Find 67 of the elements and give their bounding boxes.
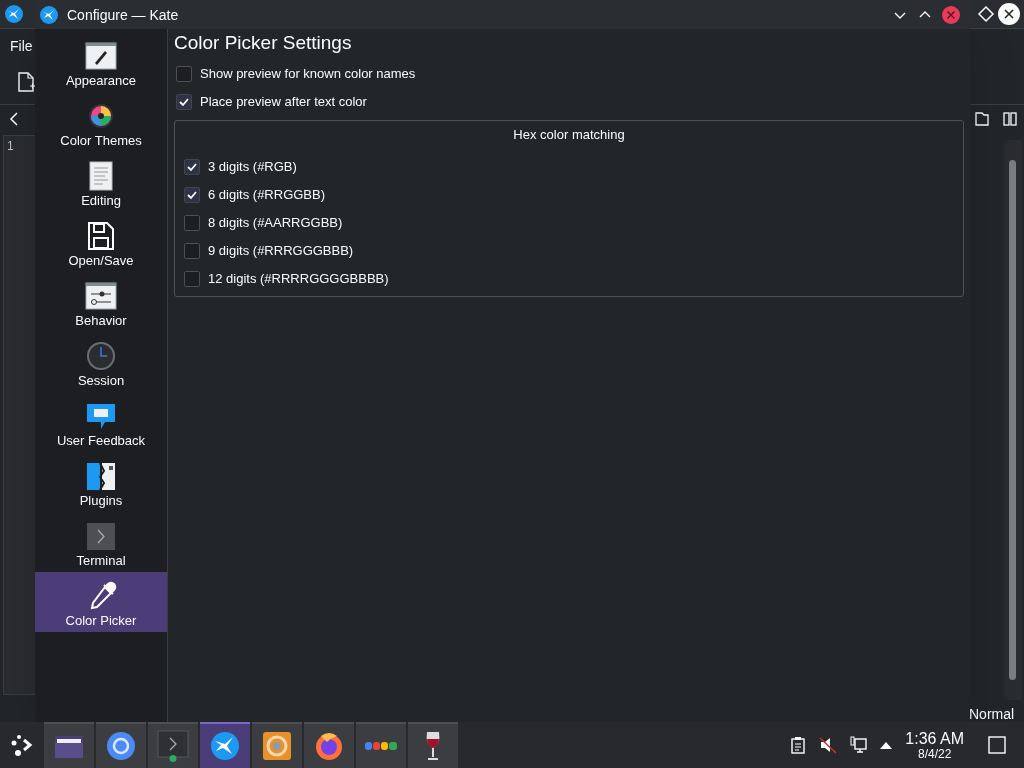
scrollbar[interactable] — [1004, 140, 1022, 700]
clock-time[interactable]: 1:36 AM — [905, 730, 964, 747]
brush-window-icon — [85, 41, 117, 71]
sidebar-item[interactable]: Color Picker — [35, 572, 167, 632]
sidebar-item[interactable]: Session — [35, 332, 167, 392]
taskbar-button[interactable] — [408, 722, 458, 768]
expand-tray-icon[interactable] — [879, 740, 894, 750]
group-title: Hex color matching — [512, 126, 626, 144]
checkbox-label[interactable]: Place preview after text color — [200, 92, 367, 112]
checkbox-label[interactable]: Show preview for known color names — [200, 64, 416, 84]
checkbox-label[interactable]: 8 digits (#AARRGGBB) — [208, 213, 343, 233]
checkbox[interactable] — [184, 215, 200, 231]
terminal-icon — [157, 730, 189, 762]
checkbox[interactable] — [184, 243, 200, 259]
close-icon[interactable] — [998, 3, 1020, 25]
sidebar-item[interactable]: Appearance — [35, 32, 167, 92]
swirl-icon — [261, 730, 293, 762]
taskbar-button[interactable] — [304, 722, 354, 768]
checkbox-label[interactable]: 12 digits (#RRRRGGGGBBBB) — [208, 269, 389, 289]
app-icon — [209, 730, 241, 762]
checkbox[interactable] — [176, 66, 192, 82]
checkmark-icon — [186, 189, 198, 201]
app-icon — [5, 5, 23, 23]
taskbar-button[interactable] — [96, 722, 146, 768]
sidebar-item[interactable]: Open/Save — [35, 212, 167, 272]
show-desktop-icon[interactable] — [988, 736, 1006, 754]
sidebar-item[interactable]: Plugins — [35, 452, 167, 512]
split-view-icon[interactable] — [1002, 111, 1018, 127]
new-document-icon[interactable] — [17, 72, 35, 92]
terminal-icon — [85, 521, 117, 551]
network-icon[interactable] — [849, 736, 868, 754]
sidebar-item[interactable]: Behavior — [35, 272, 167, 332]
checkbox[interactable] — [184, 271, 200, 287]
launcher-icon[interactable] — [9, 732, 35, 758]
diamond-icon[interactable] — [977, 5, 995, 23]
app-icon — [40, 5, 58, 24]
checkmark-icon — [186, 161, 198, 173]
taskbar-button[interactable] — [200, 722, 250, 768]
muted-speaker-icon[interactable] — [819, 736, 838, 754]
sidebar-item[interactable]: Terminal — [35, 512, 167, 572]
clock-icon — [85, 341, 117, 371]
sliders-window-icon — [85, 281, 117, 311]
mode-label: Normal — [969, 705, 1015, 724]
speech-bubble-icon — [85, 401, 117, 431]
taskbar-button[interactable] — [252, 722, 302, 768]
checkbox[interactable] — [184, 187, 200, 203]
puzzle-panels-icon — [85, 461, 117, 491]
folder-icon[interactable] — [974, 111, 990, 127]
checkbox-label[interactable]: 6 digits (#RRGGBB) — [208, 185, 326, 205]
window-title: Configure — Kate — [67, 5, 179, 25]
checkbox-label[interactable]: 9 digits (#RRRGGGBBB) — [208, 241, 354, 261]
search-tile-icon — [365, 742, 397, 750]
page-title: Color Picker Settings — [174, 31, 353, 55]
checkbox[interactable] — [184, 159, 200, 175]
checkmark-icon — [178, 96, 190, 108]
menu-item[interactable]: File — [10, 36, 33, 56]
checkbox[interactable] — [176, 94, 192, 110]
taskbar-button[interactable] — [44, 722, 94, 768]
sidebar-item[interactable]: Color Themes — [35, 92, 167, 152]
checkbox-label[interactable]: 3 digits (#RGB) — [208, 157, 297, 177]
clock-date[interactable]: 8/4/22 — [917, 747, 952, 760]
fox-flame-icon — [313, 730, 345, 762]
line-number: 1 — [7, 138, 14, 154]
sidebar-item[interactable]: Editing — [35, 152, 167, 212]
clipboard-icon[interactable] — [789, 736, 808, 754]
browser-icon — [105, 730, 137, 762]
sidebar-item[interactable]: User Feedback — [35, 392, 167, 452]
